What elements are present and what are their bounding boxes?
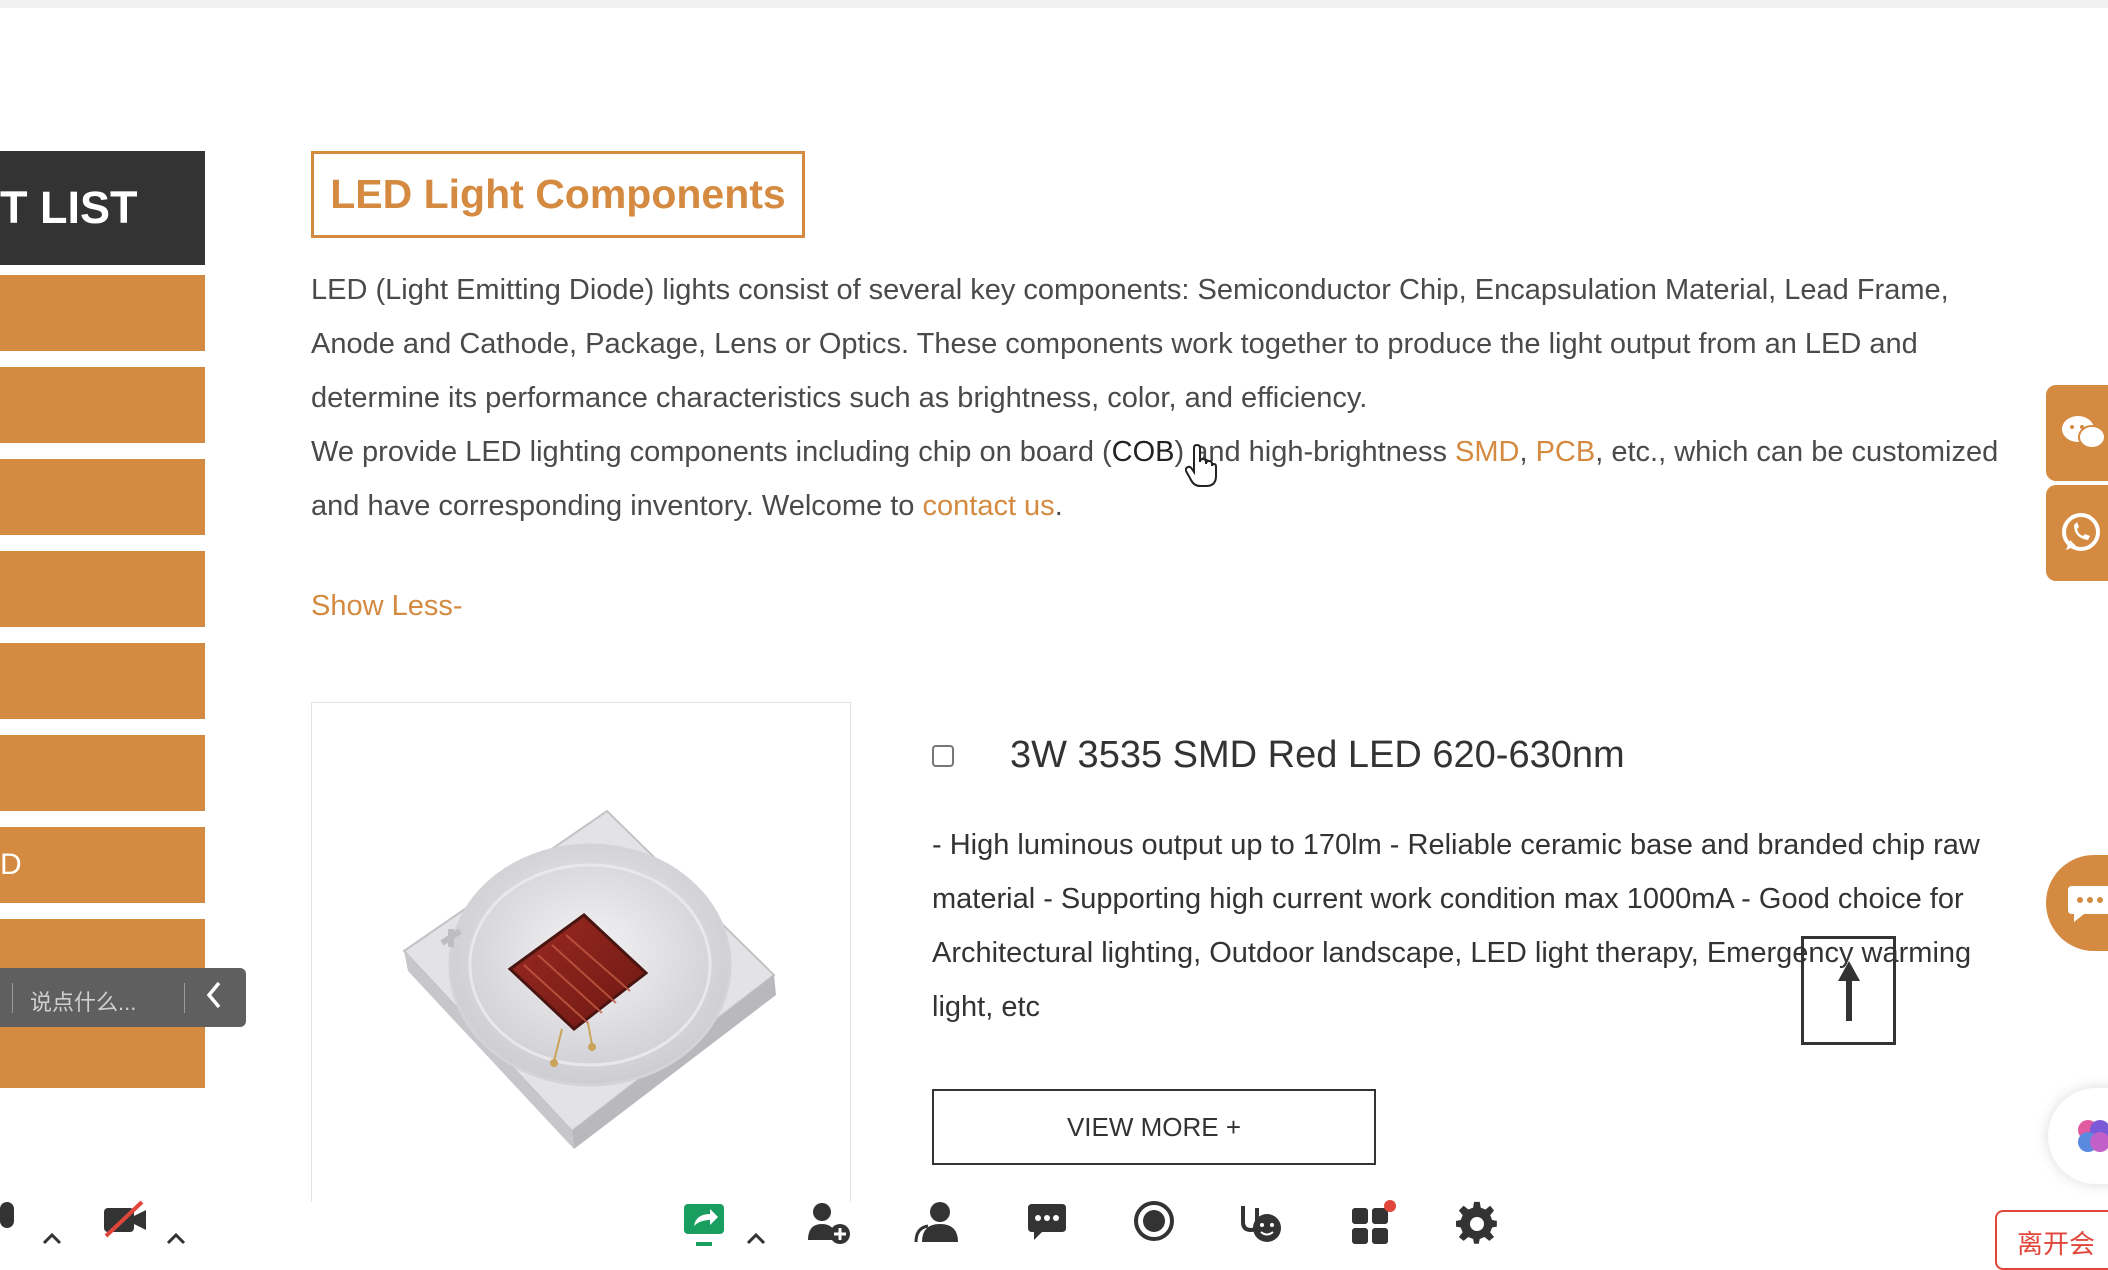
chat-icon[interactable] — [1026, 1200, 1068, 1242]
participants-icon[interactable] — [912, 1200, 962, 1246]
view-more-button[interactable]: VIEW MORE + — [932, 1089, 1376, 1165]
contact-us-link[interactable]: contact us — [923, 490, 1055, 522]
whatsapp-icon — [2062, 513, 2100, 551]
live-chat-button[interactable] — [2046, 855, 2108, 951]
invite-user-icon[interactable] — [806, 1200, 852, 1246]
settings-gear-icon[interactable] — [1456, 1200, 1500, 1244]
description-paragraph-2: We provide LED lighting components inclu… — [311, 425, 2011, 533]
product-list-title: T LIST — [0, 182, 138, 233]
microphone-icon[interactable] — [0, 1200, 20, 1240]
arrow-up-icon — [1837, 960, 1860, 1021]
description-paragraph-1: LED (Light Emitting Diode) lights consis… — [311, 274, 1949, 414]
sidebar-item-3[interactable] — [0, 459, 205, 535]
chat-divider — [184, 982, 185, 1013]
raise-hand-icon[interactable] — [1237, 1200, 1283, 1244]
wechat-float-button[interactable] — [2046, 385, 2108, 481]
video-off-icon[interactable] — [102, 1200, 148, 1240]
section-title: LED Light Components — [330, 171, 786, 217]
product-title[interactable]: 3W 3535 SMD Red LED 620-630nm — [1010, 734, 1625, 777]
sidebar-item-4[interactable] — [0, 551, 205, 627]
sidebar-item-label: D — [0, 848, 22, 881]
apps-icon[interactable] — [1350, 1200, 1396, 1246]
record-icon[interactable] — [1133, 1200, 1175, 1242]
top-divider — [0, 0, 2108, 8]
smd-link[interactable]: SMD — [1455, 436, 1519, 468]
chevron-left-icon[interactable] — [205, 980, 223, 1017]
led-product-image — [402, 809, 776, 1149]
hand-cursor-icon — [1185, 444, 1217, 487]
product-image-frame[interactable] — [311, 702, 851, 1202]
chat-bubble-icon — [2068, 886, 2108, 922]
leave-meeting-button[interactable]: 离开会 — [1995, 1210, 2108, 1270]
sidebar-item-5[interactable] — [0, 643, 205, 719]
product-list-header: T LIST — [0, 151, 205, 265]
back-to-top-button[interactable] — [1801, 936, 1896, 1045]
sidebar-item-1[interactable] — [0, 275, 205, 351]
sidebar-item-2[interactable] — [0, 367, 205, 443]
wechat-icon — [2062, 416, 2106, 449]
ai-assistant-widget[interactable] — [2048, 1088, 2108, 1184]
sidebar-item-6[interactable] — [0, 735, 205, 811]
sidebar-item-7[interactable]: D — [0, 827, 205, 903]
whatsapp-float-button[interactable] — [2046, 485, 2108, 581]
chat-input-placeholder[interactable]: 说点什么... — [30, 985, 136, 1017]
section-description: LED (Light Emitting Diode) lights consis… — [311, 263, 2011, 533]
desc-text: . — [1054, 490, 1063, 522]
show-less-link[interactable]: Show Less- — [311, 590, 463, 623]
compare-checkbox[interactable] — [932, 745, 954, 767]
chat-input-bar[interactable]: 说点什么... — [0, 968, 246, 1027]
chat-divider — [12, 982, 13, 1013]
section-title-box: LED Light Components — [311, 151, 805, 238]
brain-icon — [2078, 1120, 2108, 1152]
desc-text-cob: COB — [1111, 436, 1175, 468]
desc-text: We provide LED lighting components inclu… — [311, 436, 1112, 468]
desc-text: , — [1519, 436, 1536, 468]
share-screen-icon[interactable] — [682, 1200, 726, 1248]
pcb-link[interactable]: PCB — [1536, 436, 1596, 468]
